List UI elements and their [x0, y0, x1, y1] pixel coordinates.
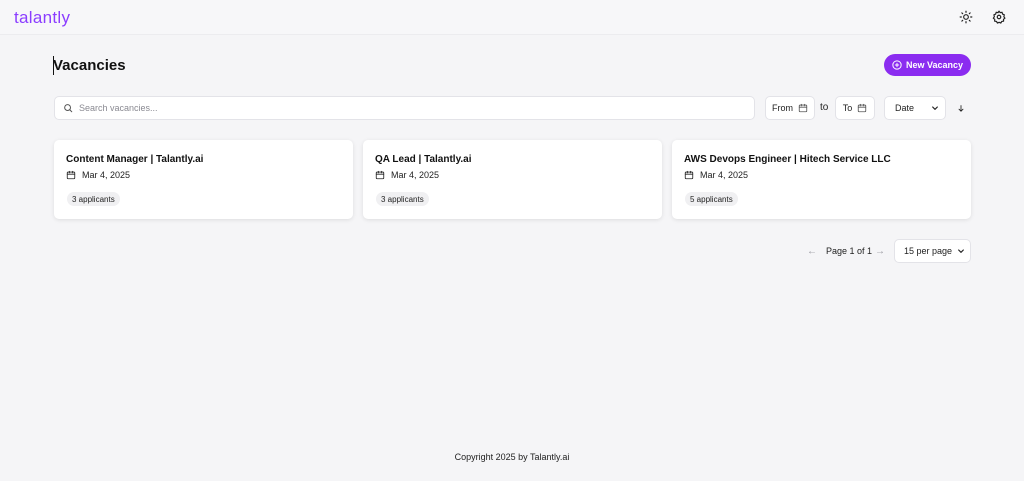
- vacancy-card[interactable]: Content Manager | Talantly.ai Mar 4, 202…: [54, 140, 353, 219]
- vacancy-date: Mar 4, 2025: [375, 170, 439, 180]
- search-input[interactable]: [79, 103, 754, 113]
- new-vacancy-button[interactable]: New Vacancy: [884, 54, 971, 76]
- gear-icon[interactable]: [991, 9, 1007, 25]
- calendar-icon: [375, 170, 385, 180]
- page-title: Vacancies: [53, 57, 126, 74]
- chevron-down-icon: [932, 106, 938, 110]
- sun-icon[interactable]: [958, 9, 974, 25]
- applicants-badge: 3 applicants: [67, 192, 120, 206]
- sort-select[interactable]: Date: [884, 96, 946, 120]
- new-vacancy-label: New Vacancy: [905, 60, 964, 70]
- vacancy-date: Mar 4, 2025: [684, 170, 748, 180]
- per-page-value: 15 per page: [904, 246, 953, 256]
- sort-direction-button[interactable]: [956, 102, 966, 114]
- search-icon: [64, 104, 73, 113]
- vacancy-date-text: Mar 4, 2025: [391, 170, 440, 180]
- previous-page-button[interactable]: ←: [807, 246, 817, 257]
- calendar-icon: [684, 170, 694, 180]
- chevron-down-icon: [958, 249, 964, 253]
- vacancy-title: AWS Devops Engineer | Hitech Service LLC: [684, 154, 891, 165]
- vacancy-card[interactable]: QA Lead | Talantly.ai Mar 4, 2025 3 appl…: [363, 140, 662, 219]
- calendar-icon: [798, 103, 808, 113]
- calendar-icon: [858, 103, 867, 113]
- per-page-select[interactable]: 15 per page: [894, 239, 971, 263]
- vacancy-title: QA Lead | Talantly.ai: [375, 154, 472, 165]
- vacancy-title: Content Manager | Talantly.ai: [66, 154, 204, 165]
- page-indicator: Page 1 of 1: [826, 246, 873, 256]
- to-date-picker[interactable]: To: [835, 96, 875, 120]
- vacancy-card[interactable]: AWS Devops Engineer | Hitech Service LLC…: [672, 140, 971, 219]
- footer-copyright: Copyright 2025 by Talantly.ai: [454, 452, 570, 462]
- sort-value: Date: [895, 103, 915, 113]
- to-label: To: [842, 103, 853, 113]
- vacancy-date-text: Mar 4, 2025: [700, 170, 749, 180]
- next-page-button[interactable]: →: [875, 246, 885, 257]
- applicants-badge: 5 applicants: [685, 192, 738, 206]
- vacancy-date-text: Mar 4, 2025: [82, 170, 131, 180]
- from-date-picker[interactable]: From: [765, 96, 815, 120]
- search-box[interactable]: [54, 96, 755, 120]
- applicants-badge: 3 applicants: [376, 192, 429, 206]
- from-label: From: [772, 103, 793, 113]
- app-logo[interactable]: talantly: [14, 8, 70, 28]
- plus-circle-icon: [892, 60, 902, 70]
- calendar-icon: [66, 170, 76, 180]
- date-range-separator: to: [820, 102, 829, 113]
- arrow-down-icon: [958, 104, 964, 112]
- vacancy-date: Mar 4, 2025: [66, 170, 130, 180]
- top-bar: talantly: [0, 0, 1024, 35]
